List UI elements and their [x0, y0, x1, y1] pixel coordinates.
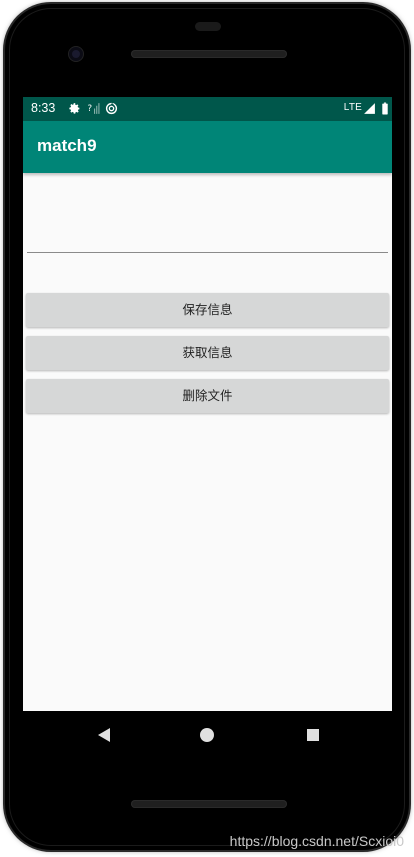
app-title: match9 — [37, 136, 97, 155]
home-icon[interactable] — [200, 728, 214, 742]
text-input-field[interactable] — [27, 213, 388, 253]
screenshot-stage: 8:33 ? LTE match9 保存信息 获取信息 删除文件 https:/… — [0, 0, 414, 857]
delete-file-button[interactable]: 删除文件 — [26, 379, 389, 413]
signal-icon — [364, 103, 375, 114]
front-camera-icon — [69, 47, 83, 61]
battery-icon — [382, 102, 388, 115]
status-time: 8:33 — [31, 101, 56, 115]
input-underline — [27, 252, 388, 253]
app-screen: 8:33 ? LTE match9 保存信息 获取信息 删除文件 — [23, 97, 392, 711]
info-input[interactable] — [27, 219, 388, 249]
back-icon[interactable] — [98, 728, 110, 742]
gear-icon — [69, 103, 80, 114]
watermark: https://blog.csdn.net/Scxioi0 — [229, 833, 404, 849]
top-speaker-grille — [131, 50, 287, 58]
network-type: LTE — [343, 102, 362, 113]
sync-icon — [105, 102, 118, 115]
get-info-button[interactable]: 获取信息 — [26, 336, 389, 370]
top-sensor — [195, 22, 221, 31]
no-signal-icon: ? — [88, 103, 100, 114]
recents-icon[interactable] — [307, 729, 319, 741]
status-bar: 8:33 ? LTE — [23, 97, 392, 121]
bottom-speaker-grille — [131, 800, 287, 808]
navigation-bar — [23, 711, 392, 759]
svg-text:?: ? — [88, 104, 93, 114]
app-toolbar: match9 — [23, 121, 392, 173]
save-info-button[interactable]: 保存信息 — [26, 293, 389, 327]
